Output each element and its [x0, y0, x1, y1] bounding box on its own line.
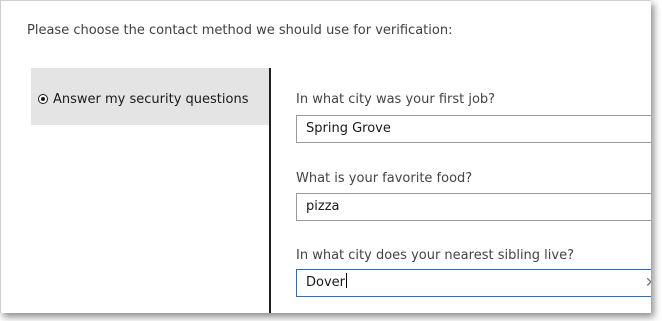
method-option-security-questions[interactable]: Answer my security questions	[31, 68, 269, 125]
question-label-favorite-food: What is your favorite food?	[296, 171, 473, 186]
answer-field-sibling-city[interactable]: Dover ✕	[296, 269, 651, 297]
close-icon[interactable]: ✕	[645, 273, 651, 293]
verification-prompt: Please choose the contact method we shou…	[27, 23, 453, 38]
method-option-label: Answer my security questions	[53, 92, 249, 107]
answer-value: Dover	[306, 275, 345, 290]
vertical-divider	[269, 68, 271, 313]
answer-field-first-job[interactable]: Spring Grove	[296, 115, 651, 143]
radio-button-selected[interactable]	[38, 94, 48, 104]
question-label-sibling-city: In what city does your nearest sibling l…	[296, 248, 574, 263]
answer-value: Spring Grove	[306, 121, 391, 136]
radio-dot-icon	[40, 96, 45, 101]
answer-value: pizza	[306, 199, 340, 214]
text-caret	[346, 273, 347, 288]
answer-field-favorite-food[interactable]: pizza	[296, 193, 651, 221]
verification-panel: Please choose the contact method we shou…	[0, 0, 651, 313]
question-label-first-job: In what city was your first job?	[296, 92, 496, 107]
